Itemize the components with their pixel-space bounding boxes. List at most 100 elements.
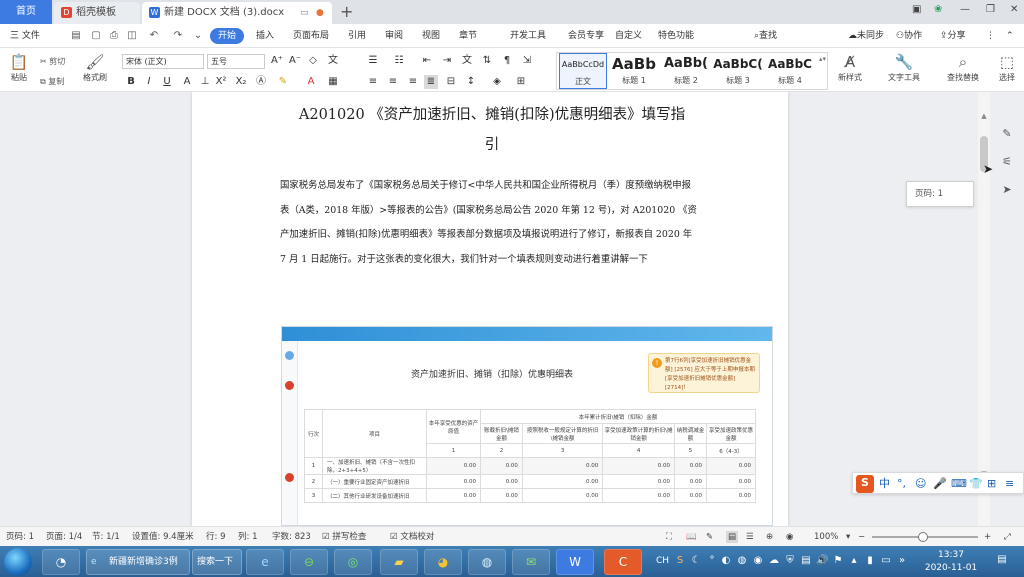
- status-setting[interactable]: 设置值: 9.4厘米: [132, 531, 194, 543]
- clock-date[interactable]: 2020-11-01: [920, 562, 982, 574]
- outline-view-icon[interactable]: ☰: [746, 531, 754, 543]
- status-section[interactable]: 节: 1/1: [92, 531, 120, 543]
- bullet-list-icon[interactable]: ☰: [366, 54, 380, 68]
- collapse-ribbon-icon[interactable]: ⌃: [1006, 29, 1014, 43]
- font-name-select[interactable]: 宋体 (正文): [122, 54, 204, 69]
- status-pages[interactable]: 页面: 1/4: [46, 531, 82, 543]
- zoom-level[interactable]: 100%: [814, 531, 838, 543]
- zoom-out-icon[interactable]: −: [858, 531, 865, 543]
- sync-status[interactable]: ☁未同步: [848, 29, 884, 43]
- text-tools-button[interactable]: 🔧 文字工具: [882, 52, 926, 83]
- tab-developer[interactable]: 开发工具: [510, 29, 546, 43]
- font-color-icon[interactable]: A: [304, 75, 318, 89]
- new-style-button[interactable]: A̸ 新样式: [834, 52, 866, 83]
- tray-flag-icon[interactable]: ⚑: [832, 555, 844, 567]
- increase-indent-icon[interactable]: ⇥: [440, 54, 454, 68]
- tray-sogou-icon[interactable]: S: [674, 555, 686, 567]
- paste-button[interactable]: 📋 粘贴: [6, 52, 32, 83]
- minimize-button[interactable]: —: [960, 4, 970, 15]
- tab-unsaved-dot-icon[interactable]: ●: [316, 2, 324, 24]
- fit-window-icon[interactable]: ⤢: [1004, 531, 1011, 543]
- tray-shield-icon[interactable]: ⛨: [784, 555, 796, 567]
- eye-protect-icon[interactable]: ◉: [786, 531, 793, 543]
- zoom-slider-knob[interactable]: [918, 532, 928, 542]
- line-spacing-icon[interactable]: ↕: [464, 75, 478, 89]
- ime-toolbar[interactable]: S 中 °, ☺ 🎤 ⌨ 👕 ⊞ ≡: [852, 472, 1024, 494]
- tray-volume-icon[interactable]: 🔊: [816, 555, 828, 567]
- grow-font-icon[interactable]: A⁺: [270, 54, 284, 68]
- highlight-icon[interactable]: ✎: [276, 75, 290, 89]
- strikethrough-icon[interactable]: ⊥: [198, 75, 212, 89]
- taskbar-news-window[interactable]: e 新疆新增确诊3例: [86, 549, 190, 575]
- status-row[interactable]: 行: 9: [206, 531, 225, 543]
- tab-custom[interactable]: 自定义: [615, 29, 642, 43]
- tab-insert[interactable]: 插入: [256, 29, 274, 43]
- tray-moon-icon[interactable]: ☾: [690, 555, 702, 567]
- start-button[interactable]: [4, 548, 32, 576]
- tray-battery-icon[interactable]: ▮: [864, 555, 876, 567]
- shading-icon[interactable]: ◈: [490, 75, 504, 89]
- tab-screen-icon[interactable]: ▭: [300, 2, 309, 24]
- notification-icon[interactable]: ▤: [996, 554, 1008, 566]
- distributed-icon[interactable]: ⊟: [444, 75, 458, 89]
- font-color-a-icon[interactable]: A: [180, 75, 194, 89]
- chinese-layout-icon[interactable]: 文: [460, 54, 474, 68]
- document-page[interactable]: A201020 《资产加速折旧、摊销(扣除)优惠明细表》填写指 引 国家税务总局…: [192, 92, 788, 526]
- style-heading-4[interactable]: AaBbC 标题 4: [765, 53, 815, 89]
- select-button[interactable]: ⬚ 选择: [994, 52, 1020, 83]
- font-size-select[interactable]: 五号: [207, 54, 265, 69]
- fit-page-icon[interactable]: ⛶: [666, 531, 672, 543]
- document-tab[interactable]: W 新建 DOCX 文档 (3).docx ▭ ●: [142, 2, 332, 24]
- skin-icon[interactable]: ❀: [934, 4, 942, 15]
- taskbar-folder-icon[interactable]: ▰: [380, 549, 418, 575]
- taskbar-360browser-icon[interactable]: ⊖: [290, 549, 328, 575]
- tray-arrow-icon[interactable]: ▴: [848, 555, 860, 567]
- taskbar-chrome-icon[interactable]: ◕: [424, 549, 462, 575]
- read-mode-icon[interactable]: 📖: [686, 531, 697, 543]
- open-folder-icon[interactable]: ▢: [90, 30, 102, 42]
- status-page-number[interactable]: 页码: 1: [6, 531, 34, 543]
- keyboard-icon[interactable]: ⌨: [951, 476, 967, 492]
- status-col[interactable]: 列: 1: [238, 531, 257, 543]
- clear-format-icon[interactable]: ◇: [306, 54, 320, 68]
- borders-icon[interactable]: ⊞: [514, 75, 528, 89]
- voice-icon[interactable]: 🎤: [933, 476, 947, 492]
- taskbar-ie-icon[interactable]: e: [246, 549, 284, 575]
- taskbar-network-icon[interactable]: ◍: [468, 549, 506, 575]
- tab-review[interactable]: 审阅: [385, 29, 403, 43]
- tray-chevron-icon[interactable]: »: [896, 555, 908, 567]
- taskbar-wps-writer-icon[interactable]: W: [556, 549, 594, 575]
- cut-button[interactable]: ✂ 剪切: [40, 56, 65, 68]
- tray-dot-icon[interactable]: °: [706, 555, 718, 567]
- align-left-icon[interactable]: ≡: [366, 75, 380, 89]
- punctuation-icon[interactable]: °,: [897, 476, 906, 492]
- find-replace-button[interactable]: ⌕ 查找替换: [940, 52, 986, 83]
- page-view-icon[interactable]: ▤: [726, 531, 739, 543]
- style-heading-3[interactable]: AaBbC( 标题 3: [713, 53, 763, 89]
- bold-icon[interactable]: B: [124, 75, 138, 89]
- style-heading-2[interactable]: AaBb( 标题 2: [661, 53, 711, 89]
- taskbar-recorder-icon[interactable]: C: [604, 549, 642, 575]
- format-painter-button[interactable]: 🖌 格式刷: [80, 52, 110, 83]
- save-icon[interactable]: ▤: [70, 30, 82, 42]
- char-border-icon[interactable]: ▦: [326, 75, 340, 89]
- tab-start[interactable]: 开始: [210, 28, 244, 44]
- home-tab[interactable]: 首页: [0, 0, 52, 24]
- underline-icon[interactable]: U: [160, 75, 174, 89]
- superscript-icon[interactable]: X²: [214, 75, 228, 89]
- shrink-font-icon[interactable]: A⁻: [288, 54, 302, 68]
- new-tab-button[interactable]: +: [340, 2, 353, 22]
- more-icon[interactable]: ⋮: [986, 29, 995, 43]
- tray-qq-icon[interactable]: ◉: [752, 555, 764, 567]
- ime-language[interactable]: CH: [656, 555, 669, 567]
- style-normal[interactable]: AaBbCcDd 正文: [559, 53, 607, 89]
- restore-button[interactable]: ❐: [986, 4, 995, 15]
- layout-icon[interactable]: ▣: [912, 4, 921, 15]
- status-word-count[interactable]: 字数: 823: [272, 531, 311, 543]
- taskbar-search-button[interactable]: 搜索一下: [192, 549, 242, 575]
- taskbar-360-icon[interactable]: ◔: [42, 549, 80, 575]
- zoom-in-icon[interactable]: +: [984, 531, 991, 543]
- taskbar-wechat-icon[interactable]: ✉: [512, 549, 550, 575]
- align-right-icon[interactable]: ≡: [406, 75, 420, 89]
- spell-check-button[interactable]: ☑ 拼写检查: [322, 531, 366, 543]
